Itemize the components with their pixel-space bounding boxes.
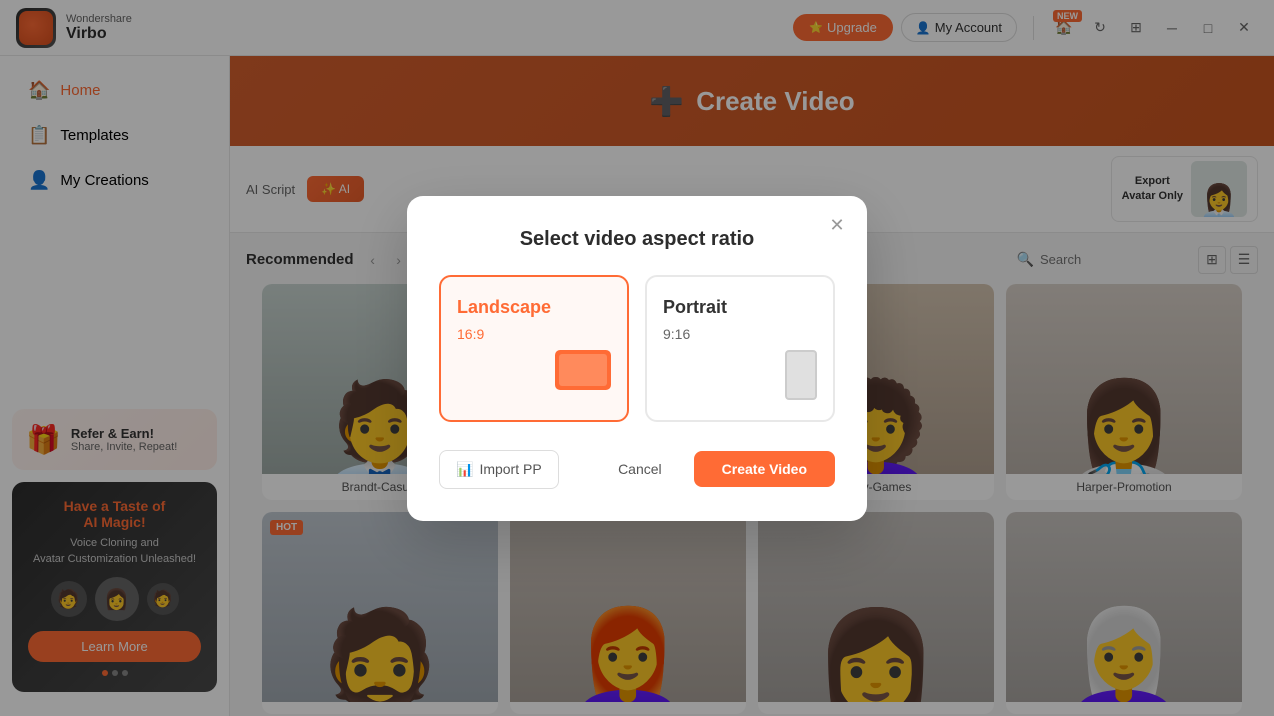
portrait-label: Portrait: [663, 297, 727, 318]
portrait-icon: [785, 350, 817, 400]
portrait-option[interactable]: Portrait 9:16: [645, 275, 835, 422]
landscape-option[interactable]: Landscape 16:9: [439, 275, 629, 422]
landscape-icon-area: [457, 350, 611, 390]
import-pp-label: Import PP: [479, 461, 541, 477]
aspect-options: Landscape 16:9 Portrait 9:16: [439, 275, 835, 422]
modal-overlay: ✕ Select video aspect ratio Landscape 16…: [0, 0, 1274, 716]
landscape-ratio: 16:9: [457, 326, 484, 342]
landscape-icon: [555, 350, 611, 390]
portrait-icon-area: [663, 350, 817, 400]
modal-close-button[interactable]: ✕: [823, 212, 851, 240]
portrait-ratio: 9:16: [663, 326, 690, 342]
aspect-ratio-modal: ✕ Select video aspect ratio Landscape 16…: [407, 196, 867, 521]
modal-actions: 📊 Import PP Cancel Create Video: [439, 450, 835, 489]
cancel-button[interactable]: Cancel: [598, 451, 682, 487]
landscape-label: Landscape: [457, 297, 551, 318]
create-video-button[interactable]: Create Video: [694, 451, 835, 487]
import-pp-icon: 📊: [456, 461, 473, 478]
modal-title: Select video aspect ratio: [439, 228, 835, 251]
import-pp-button[interactable]: 📊 Import PP: [439, 450, 559, 489]
